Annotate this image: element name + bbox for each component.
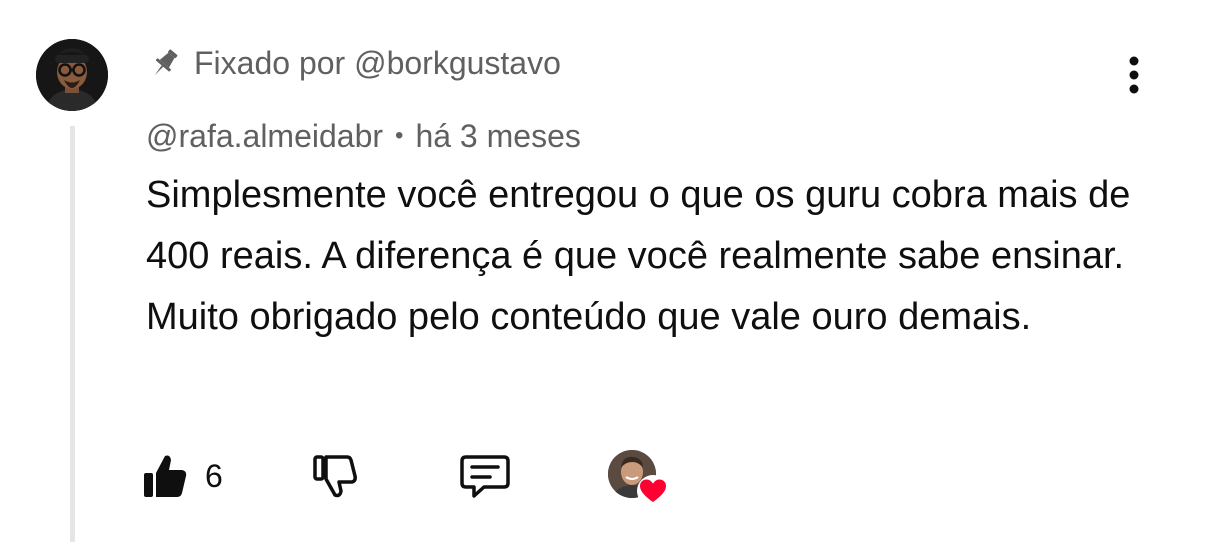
comment-menu-button[interactable]: [1112, 52, 1156, 98]
dislike-button[interactable]: [312, 446, 362, 506]
comment-text: Simplesmente você entregou o que os guru…: [146, 174, 1131, 338]
reply-button[interactable]: [458, 446, 514, 506]
pin-icon: [148, 46, 182, 80]
like-count: 6: [205, 458, 223, 494]
pinned-label: Fixado por @borkgustavo: [194, 44, 561, 81]
author-avatar[interactable]: [36, 39, 108, 111]
creator-heart[interactable]: [608, 450, 670, 507]
avatar-illustration: [36, 39, 108, 111]
meta-separator: •: [395, 122, 404, 149]
comment-timestamp[interactable]: há 3 meses: [415, 118, 580, 155]
thread-line: [70, 126, 75, 542]
comment-meta: @rafa.almeidabr • há 3 meses: [146, 114, 581, 158]
like-button[interactable]: [142, 446, 192, 506]
reply-comment-icon: [460, 455, 510, 498]
heart-icon: [637, 475, 669, 507]
pinned-indicator: Fixado por @borkgustavo: [148, 40, 561, 86]
more-vertical-icon: [1129, 56, 1139, 94]
comment-actions: 6: [142, 446, 702, 507]
thumbs-up-filled-icon: [144, 455, 187, 497]
author-handle[interactable]: @rafa.almeidabr: [146, 118, 383, 155]
thumbs-down-icon: [313, 455, 357, 498]
